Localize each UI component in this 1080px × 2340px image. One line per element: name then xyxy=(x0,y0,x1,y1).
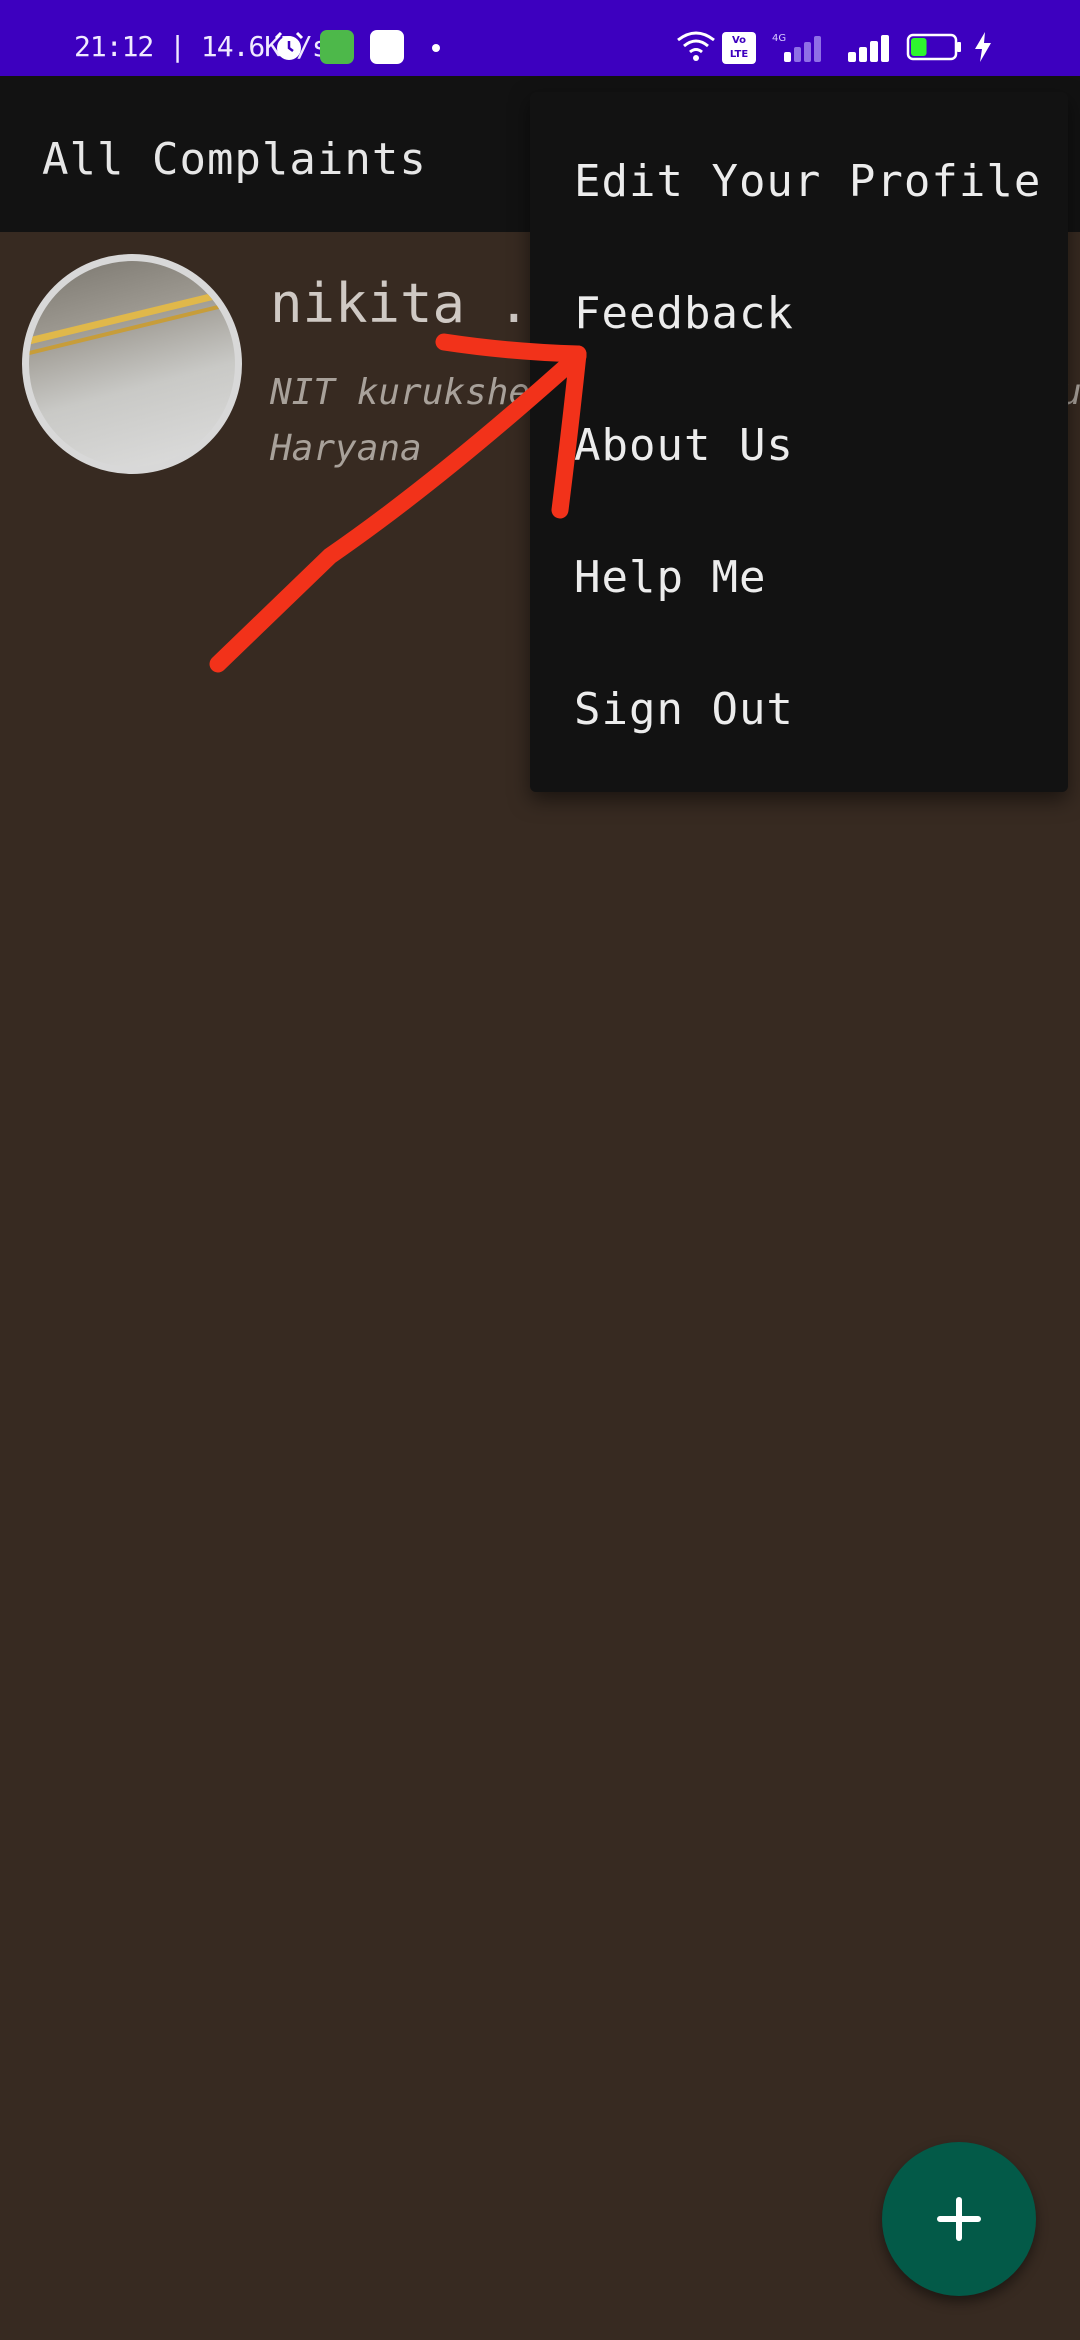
avatar xyxy=(22,254,242,474)
signal-icon: 4G xyxy=(772,33,821,62)
menu-item-sign-out[interactable]: Sign Out xyxy=(574,660,1054,760)
plus-icon xyxy=(937,2197,981,2241)
battery-icon xyxy=(906,33,961,61)
page-title: All Complaints xyxy=(42,134,427,185)
user-name: nikita . xyxy=(270,272,531,335)
road-image xyxy=(29,287,235,355)
app-icon xyxy=(320,30,354,64)
user-state: Haryana xyxy=(270,428,422,469)
charging-bolt-icon xyxy=(975,32,991,62)
app-icon xyxy=(370,30,404,64)
status-bar: 21:12 | 14.6KB/s Vo LTE 4G xyxy=(0,0,1080,76)
add-complaint-button[interactable] xyxy=(882,2142,1036,2296)
volte-icon: Vo LTE xyxy=(722,32,756,64)
net-type-label: 4G xyxy=(772,33,786,44)
overflow-menu: Edit Your Profile Feedback About Us Help… xyxy=(530,92,1068,792)
signal-icon xyxy=(848,35,889,62)
menu-item-feedback[interactable]: Feedback xyxy=(574,264,1054,364)
menu-item-edit-profile[interactable]: Edit Your Profile xyxy=(574,132,1054,232)
user-location: NIT kurukshet xyxy=(270,372,552,413)
menu-item-about-us[interactable]: About Us xyxy=(574,396,1054,496)
alarm-icon xyxy=(274,31,304,60)
dot-icon xyxy=(432,44,440,52)
wifi-icon xyxy=(677,31,715,61)
menu-item-help-me[interactable]: Help Me xyxy=(574,528,1054,628)
